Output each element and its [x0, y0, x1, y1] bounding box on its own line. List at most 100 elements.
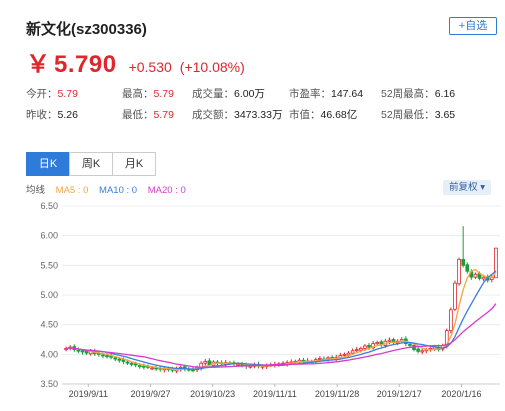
x-tick-label: 2019/11/28	[315, 389, 359, 399]
stat-label: 昨收：	[26, 109, 58, 121]
candle-body	[354, 349, 359, 351]
stat-label: 市值：	[289, 109, 321, 121]
stat-item: 成交额：3473.33万	[192, 107, 282, 122]
stat-label: 今开：	[26, 88, 58, 100]
stat-value: 5.79	[153, 109, 174, 121]
stat-value: 147.64	[331, 88, 364, 100]
y-tick-label: 4.00	[40, 349, 58, 359]
stat-value: 6.16	[434, 88, 456, 100]
stats-row: 昨收：5.26 最低：5.79 成交额：3473.33万 市值：46.68亿 52周最低…	[26, 107, 496, 128]
candle-body	[191, 369, 195, 372]
tab-weekly[interactable]: 周K	[69, 152, 113, 176]
candle-body	[465, 264, 470, 272]
x-tick-label: 2019/9/27	[130, 389, 170, 399]
x-tick-label: 2020/1/16	[441, 389, 481, 399]
stat-label: 成交额：	[192, 109, 234, 121]
stat-item: 市值：46.68亿	[289, 107, 357, 122]
candle-body	[318, 358, 322, 360]
stats-row: 今开：5.79 最高：5.79 成交量：6.00万 市盈率：147.64 52周最高：6…	[26, 86, 496, 107]
stat-label: 最低：	[122, 109, 154, 121]
candle-body	[367, 345, 371, 348]
candle-body	[207, 360, 212, 366]
stat-value: 5.26	[57, 109, 78, 121]
candle-body	[129, 362, 134, 365]
y-tick-label: 4.50	[40, 320, 58, 330]
y-tick-label: 6.50	[40, 201, 58, 211]
candle-body	[150, 367, 154, 370]
candle-body	[84, 350, 89, 354]
stat-value: 3473.33万	[234, 109, 283, 121]
price-change: +0.530	[128, 59, 172, 75]
x-tick-label: 2019/11/11	[253, 389, 297, 399]
y-tick-label: 3.50	[40, 379, 58, 389]
x-tick-label: 2019/10/23	[190, 389, 235, 399]
candle-body	[76, 349, 81, 352]
candle-body	[133, 363, 138, 366]
add-to-watchlist-button[interactable]: +自选	[449, 17, 497, 35]
candle-body	[461, 259, 465, 266]
chevron-down-icon: ▾	[480, 182, 485, 193]
ma10-legend: MA10 : 0	[99, 185, 138, 196]
candle-body	[363, 345, 367, 349]
ma20-legend: MA20 : 0	[147, 185, 186, 196]
y-tick-label: 5.50	[40, 260, 58, 270]
price-row: ￥ 5.790 +0.530 (+10.08%)	[26, 44, 245, 78]
candle-body	[342, 353, 347, 356]
current-price: 5.790	[54, 51, 117, 78]
candle-body	[117, 358, 122, 361]
stat-item: 52周最低：3.65	[381, 107, 455, 122]
candle-body	[350, 350, 355, 354]
x-tick-label: 2019/12/17	[377, 389, 422, 399]
stat-label: 52周最低：	[381, 109, 435, 121]
candle-body	[80, 350, 85, 353]
candle-body	[142, 365, 146, 368]
candle-body	[101, 354, 105, 357]
candle-body	[358, 347, 363, 351]
candle-body	[203, 361, 208, 364]
candle-body	[375, 342, 380, 345]
stat-value: 6.00万	[234, 88, 265, 100]
candlestick-chart: 3.50 4.00 4.50 5.00 5.50 6.00 6.50 2019/9/11 201…	[40, 201, 500, 399]
ma5-legend: MA5 : 0	[55, 185, 89, 196]
candle-body	[137, 365, 142, 368]
y-tick-label: 6.00	[40, 231, 58, 241]
adjust-label: 前复权	[449, 182, 478, 193]
stat-item: 最高：5.79	[122, 86, 174, 101]
stats-grid: 今开：5.79 最高：5.79 成交量：6.00万 市盈率：147.64 52周最高：6…	[26, 86, 496, 128]
price-change-percent: (+10.08%)	[179, 59, 245, 75]
candle-body	[105, 355, 109, 358]
y-tick-label: 5.00	[40, 290, 58, 300]
candle-body	[420, 350, 425, 353]
candle-body	[473, 273, 478, 278]
candle-body	[457, 259, 461, 285]
stat-value: 5.79	[153, 88, 174, 100]
stat-item: 昨收：5.26	[26, 107, 78, 122]
candle-body	[125, 361, 130, 364]
stat-value: 46.68亿	[320, 109, 358, 121]
candle-body	[449, 309, 453, 332]
adjust-dropdown[interactable]: 前复权 ▾	[443, 180, 491, 195]
candle-body	[453, 282, 457, 310]
candle-body	[481, 276, 486, 280]
currency-symbol: ￥	[26, 51, 50, 78]
stat-item: 最低：5.79	[122, 107, 174, 122]
stat-value: 5.79	[57, 88, 78, 100]
tab-monthly[interactable]: 月K	[112, 152, 156, 176]
stat-item: 今开：5.79	[26, 86, 78, 101]
candle-body	[408, 343, 412, 346]
stat-label: 最高：	[122, 88, 154, 100]
ma-legend: 均线 MA5 : 0 MA10 : 0 MA20 : 0	[26, 182, 194, 196]
x-tick-label: 2019/9/11	[69, 389, 108, 399]
stat-item: 成交量：6.00万	[192, 86, 265, 101]
tab-daily[interactable]: 日K	[26, 152, 70, 176]
candle-body	[113, 357, 118, 360]
stat-label: 市盈率：	[289, 88, 331, 100]
stat-value: 3.65	[434, 109, 456, 121]
candle-body	[416, 348, 420, 352]
period-tabs: 日K 周K 月K	[26, 152, 156, 176]
ma-legend-label: 均线	[26, 185, 46, 196]
candle-body	[346, 352, 351, 356]
candle-body	[236, 364, 240, 366]
candle-body	[387, 339, 392, 342]
stat-item: 52周最高：6.16	[381, 86, 455, 101]
